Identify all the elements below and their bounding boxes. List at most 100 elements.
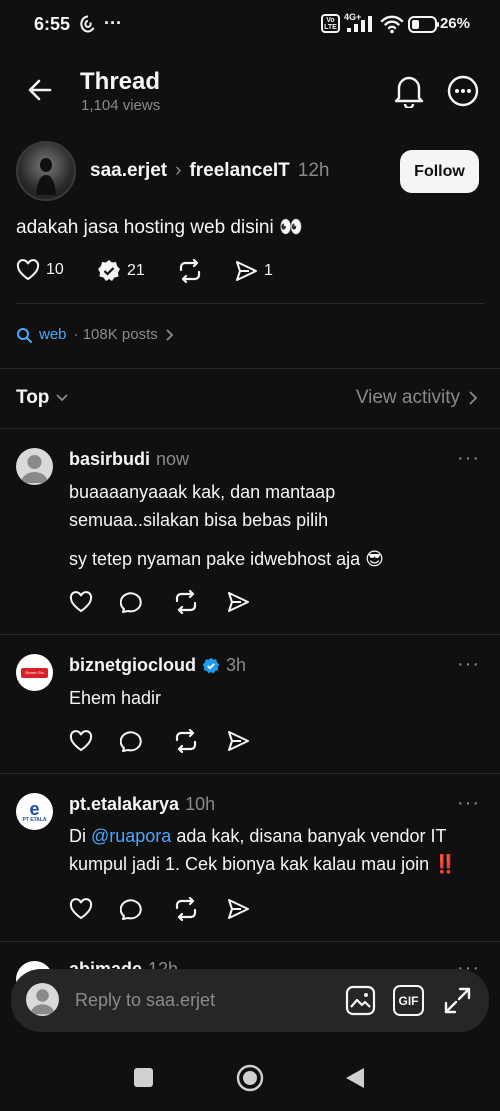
- reply-time: 3h: [225, 655, 247, 675]
- post-topic[interactable]: freelanceIT: [189, 160, 289, 182]
- reply-header: pt.etalakarya 10h: [69, 794, 215, 815]
- reply-text-line: buaaaanyaaak kak, dan mantaap: [69, 482, 336, 502]
- volte-icon: Vo LTE: [321, 14, 340, 33]
- reply-text-line: kumpul jadi 1. Cek bionya kak kalau mau …: [69, 854, 457, 874]
- reply-text-line: semuaa..silakan bisa bebas pilih: [69, 510, 329, 530]
- heart-icon: [16, 259, 40, 281]
- send-icon[interactable]: [226, 590, 250, 614]
- mention-link[interactable]: @ruapora: [91, 826, 171, 846]
- reply-username[interactable]: pt.etalakarya: [69, 794, 179, 815]
- etala-logo-text: PT ETALA: [22, 816, 47, 823]
- author-username[interactable]: saa.erjet: [90, 160, 167, 182]
- chevron-right-icon: [166, 328, 174, 341]
- post-text: adakah jasa hosting web disini 👀: [16, 217, 303, 238]
- reply-username[interactable]: biznetgiocloud: [69, 655, 196, 676]
- share-count: 1: [264, 262, 273, 279]
- sort-dropdown[interactable]: Top: [16, 387, 69, 409]
- reply-text: Ehem hadir: [69, 688, 162, 708]
- comment-icon[interactable]: [120, 897, 146, 921]
- more-notifications-icon: ···: [104, 13, 122, 33]
- divider: [0, 773, 500, 774]
- wifi-icon: [380, 14, 404, 34]
- image-attach-icon[interactable]: [345, 985, 376, 1016]
- back-button[interactable]: [26, 76, 54, 104]
- verified-reply-icon: [98, 260, 120, 281]
- divider: [0, 428, 500, 429]
- reply-time: 10h: [185, 794, 216, 814]
- reply-more-icon[interactable]: ···: [457, 653, 480, 676]
- view-activity-link[interactable]: View activity: [356, 387, 478, 409]
- sort-label: Top: [16, 387, 50, 408]
- topic-separator: ›: [175, 160, 182, 181]
- like-count: 10: [46, 261, 64, 278]
- repost-icon[interactable]: [173, 897, 199, 921]
- view-count: 1,104 views: [81, 97, 161, 114]
- reply-actions: [69, 590, 250, 614]
- like-button[interactable]: 10: [16, 259, 64, 281]
- reply-text-line: sy tetep nyaman pake idwebhost aja 😎: [69, 549, 384, 569]
- post-time: 12h: [297, 160, 330, 181]
- comment-icon[interactable]: [120, 590, 146, 614]
- follow-button[interactable]: Follow: [400, 150, 479, 193]
- reply-text-prefix: Di: [69, 826, 91, 846]
- post-header: saa.erjet › freelanceIT 12h: [90, 160, 329, 182]
- heart-icon[interactable]: [69, 897, 93, 921]
- repost-icon[interactable]: [173, 729, 199, 753]
- repost-icon: [179, 259, 201, 283]
- divider: [0, 368, 500, 369]
- reply-text: Di @ruapora ada kak, disana banyak vendo…: [69, 822, 457, 878]
- chevron-down-icon: [56, 394, 69, 402]
- reply-avatar[interactable]: [16, 448, 53, 485]
- share-button[interactable]: 1: [234, 259, 273, 283]
- send-icon[interactable]: [226, 729, 250, 753]
- send-icon: [236, 261, 257, 281]
- reply-text: buaaaanyaaak kak, dan mantaap semuaa..si…: [69, 478, 335, 534]
- heart-icon[interactable]: [69, 729, 93, 753]
- send-icon[interactable]: [226, 897, 250, 921]
- threads-icon: [80, 15, 96, 33]
- heart-icon[interactable]: [69, 590, 93, 614]
- reply-text-line: Di @ruapora ada kak, disana banyak vendo…: [69, 822, 457, 850]
- more-options-icon[interactable]: [447, 75, 479, 107]
- battery-icon: [408, 16, 440, 33]
- reply-actions: [69, 729, 250, 753]
- verified-badge-icon: [202, 657, 220, 673]
- reply-actions: [69, 897, 250, 921]
- notifications-bell-icon[interactable]: [393, 74, 425, 108]
- topic-posts: · 108K posts: [73, 326, 158, 343]
- reply-more-icon[interactable]: ···: [457, 792, 480, 815]
- view-activity-label: View activity: [355, 387, 460, 408]
- reply-avatar[interactable]: e PT ETALA: [16, 793, 53, 830]
- status-time: 6:55: [34, 14, 71, 34]
- reply-avatar[interactable]: Biznet Gio Cloud: [16, 654, 53, 691]
- divider: [0, 941, 500, 942]
- reply-username[interactable]: basirbudi: [69, 449, 150, 470]
- back-nav-icon[interactable]: [344, 1066, 366, 1090]
- chevron-right-icon: [469, 391, 478, 405]
- signal-icon: [346, 16, 376, 32]
- divider: [0, 634, 500, 635]
- topic-name: web: [39, 326, 67, 343]
- author-avatar[interactable]: [16, 141, 76, 201]
- topic-tag[interactable]: web · 108K posts: [16, 326, 175, 343]
- comment-icon[interactable]: [120, 729, 146, 753]
- reply-input[interactable]: Reply to saa.erjet: [75, 990, 215, 1011]
- expand-icon[interactable]: [443, 986, 472, 1015]
- recents-icon[interactable]: [134, 1068, 153, 1087]
- home-icon[interactable]: [236, 1064, 264, 1092]
- biznet-logo: Biznet Gio Cloud: [21, 667, 48, 678]
- repost-icon[interactable]: [173, 590, 199, 614]
- reply-more-icon[interactable]: ···: [457, 447, 480, 470]
- reply-time: now: [156, 449, 190, 469]
- gif-button[interactable]: GIF: [393, 985, 424, 1016]
- reply-header: basirbudi now: [69, 449, 189, 470]
- reply-text-suffix: ada kak, disana banyak vendor IT: [171, 826, 447, 846]
- divider: [16, 303, 484, 304]
- page-title: Thread: [80, 68, 161, 95]
- system-nav-bar: [0, 1040, 500, 1111]
- etala-logo-icon: e: [29, 798, 40, 819]
- battery-percent: 26%: [439, 15, 470, 32]
- repost-button[interactable]: [177, 259, 203, 283]
- reply-count-button[interactable]: 21: [97, 259, 145, 283]
- my-avatar: [26, 983, 59, 1016]
